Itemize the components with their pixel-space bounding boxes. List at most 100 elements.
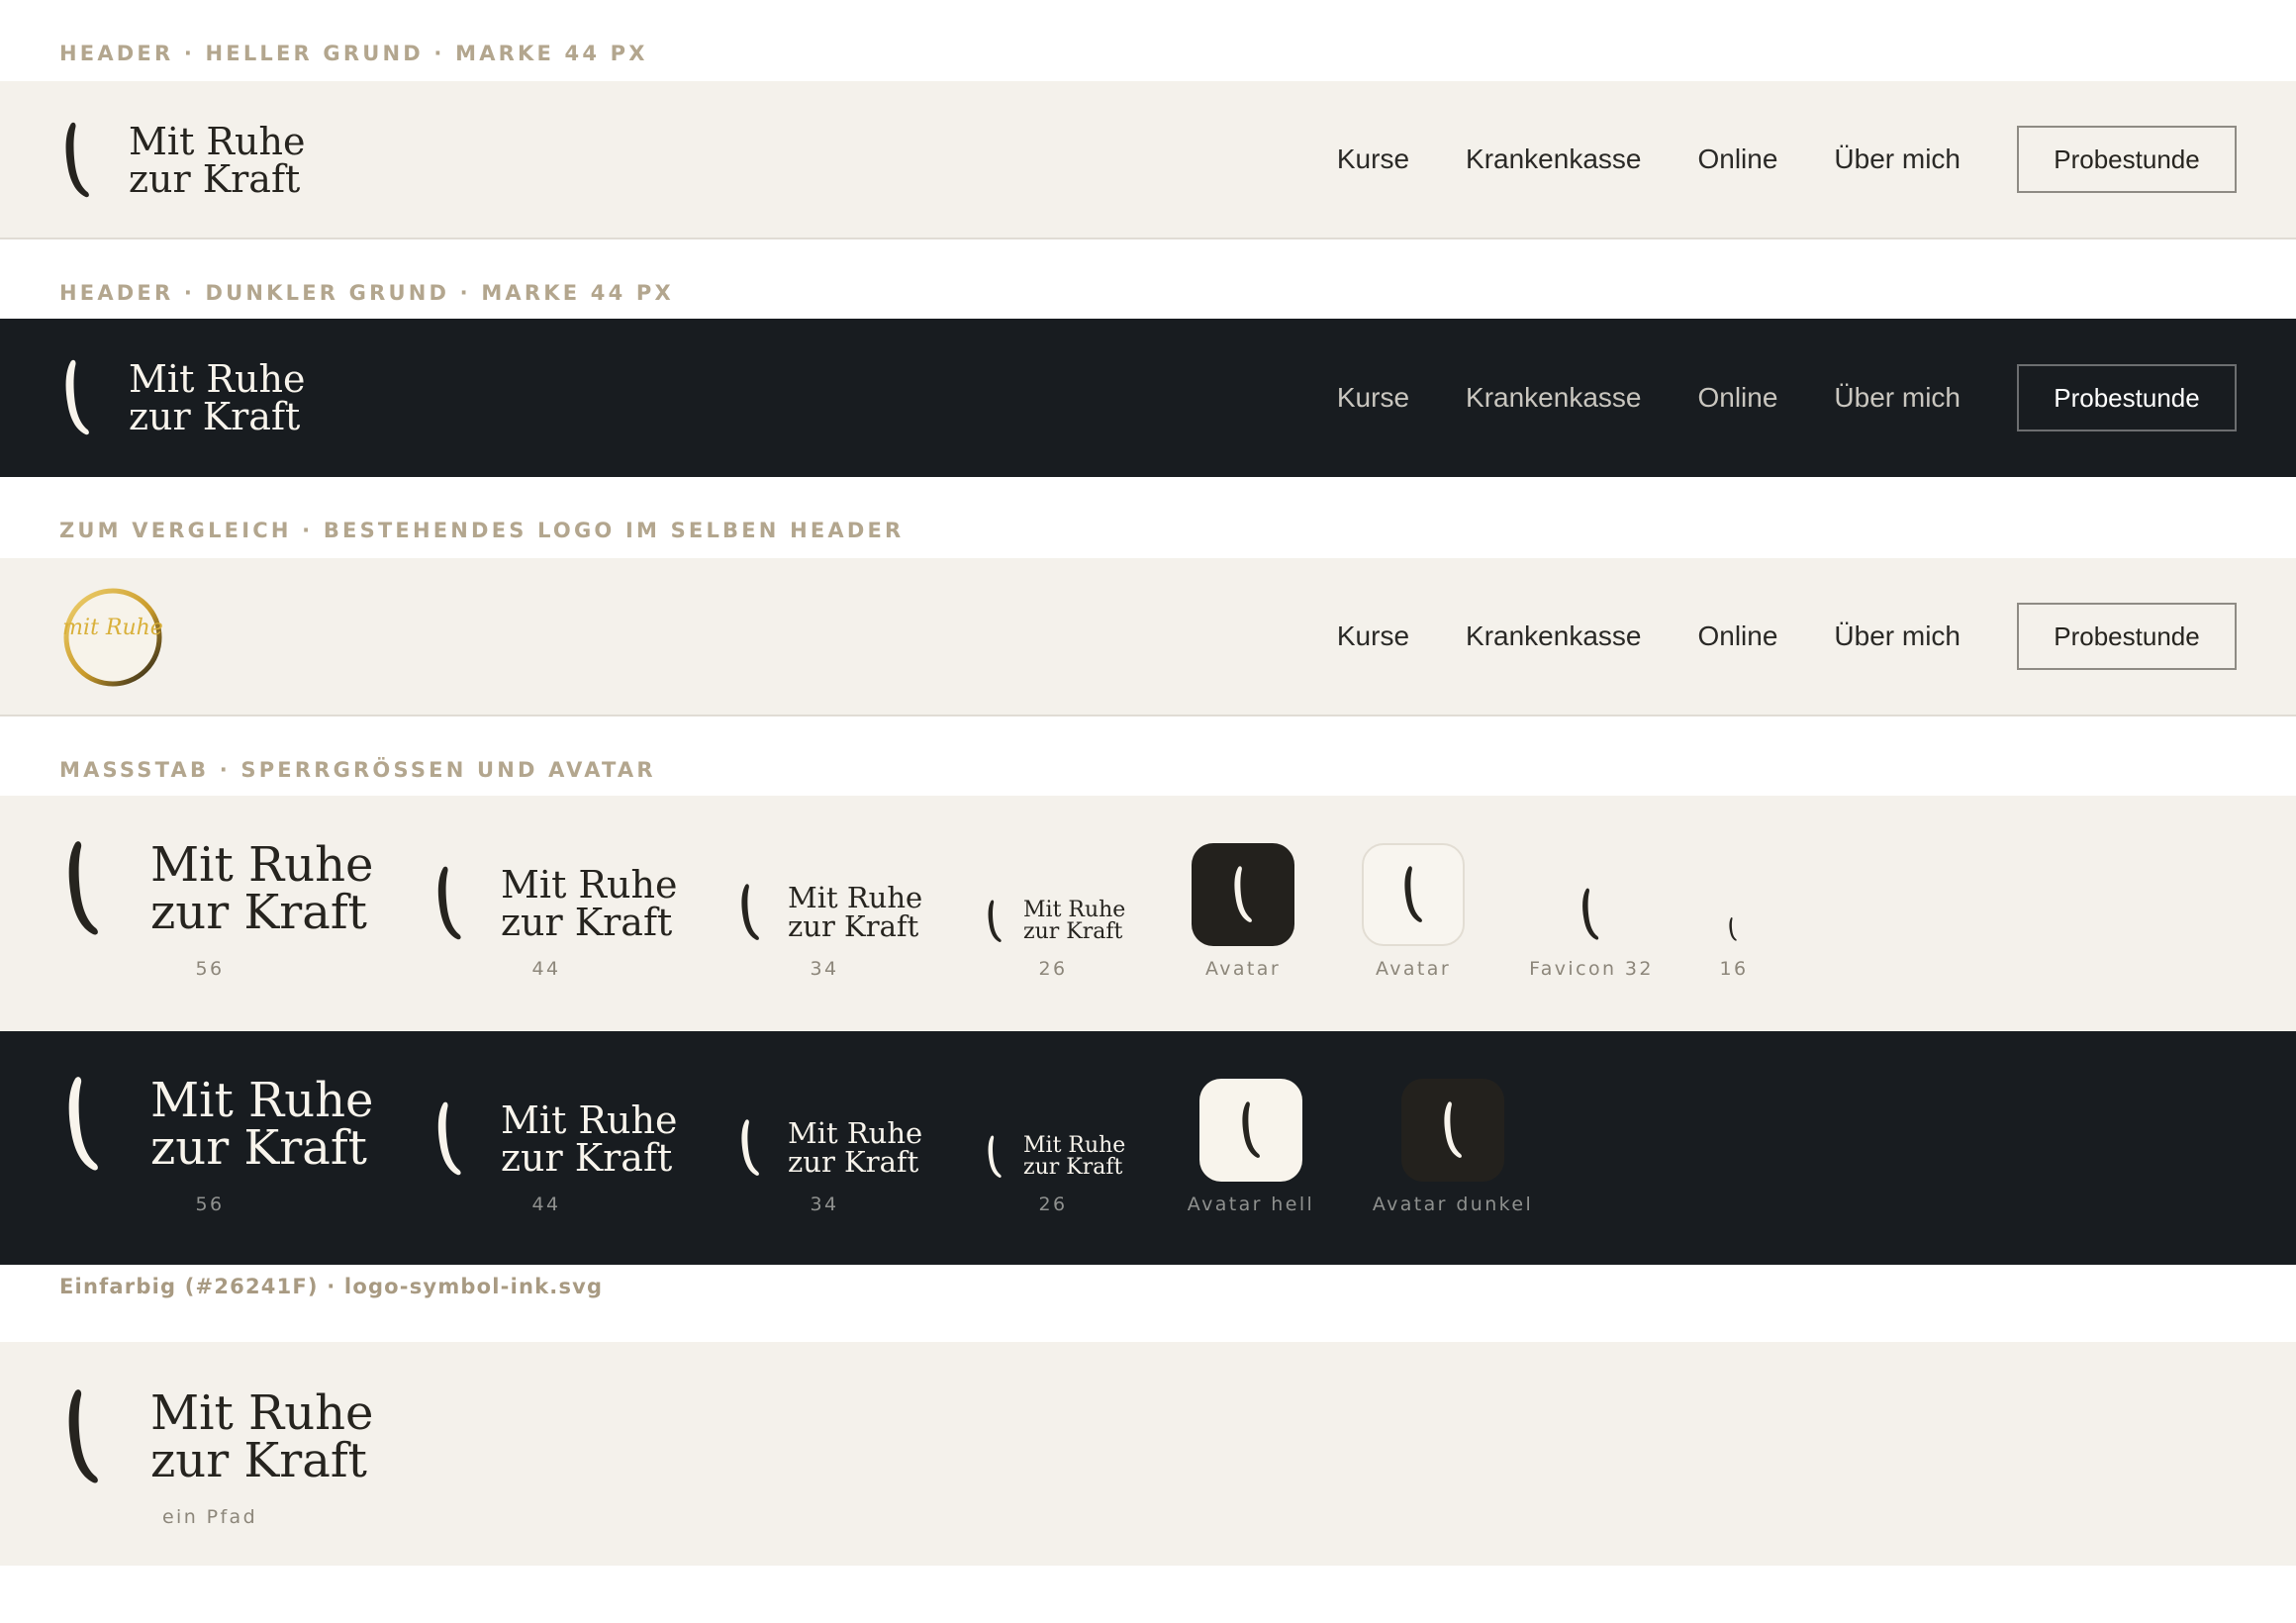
logo-line-2: zur Kraft bbox=[1023, 1155, 1123, 1180]
probestunde-button[interactable]: Probestunde bbox=[2017, 603, 2237, 670]
avatar-light-tile bbox=[1362, 843, 1465, 946]
nav-item-krankenkasse[interactable]: Krankenkasse bbox=[1466, 621, 1641, 652]
nav-item-kurse[interactable]: Kurse bbox=[1337, 382, 1409, 414]
logo-text: Mit Ruhe zur Kraft bbox=[150, 1077, 373, 1172]
wordmark-34: Mit Ruhe zur Kraft bbox=[738, 883, 922, 942]
nav-item-krankenkasse[interactable]: Krankenkasse bbox=[1466, 143, 1641, 175]
logo-line-2: zur Kraft bbox=[150, 1433, 367, 1488]
caption-26: 26 bbox=[1038, 1193, 1068, 1215]
nav-item-online[interactable]: Online bbox=[1697, 621, 1777, 652]
brush-stroke-icon bbox=[1401, 865, 1425, 924]
mono-band: Mit Ruhe zur Kraft ein Pfad bbox=[0, 1342, 2296, 1566]
logo-line-1: Mit Ruhe bbox=[788, 881, 923, 914]
section-label-header-light: HEADER · HELLER GRUND · MARKE 44 PX bbox=[59, 42, 648, 65]
logo-wordmark[interactable]: Mit Ruhe zur Kraft bbox=[61, 358, 305, 437]
nav-item-kurse[interactable]: Kurse bbox=[1337, 143, 1409, 175]
avatar-dark-tile bbox=[1192, 843, 1294, 946]
main-nav: Kurse Krankenkasse Online Über mich Prob… bbox=[1281, 558, 2237, 715]
wordmark-56: Mit Ruhe zur Kraft bbox=[63, 839, 373, 938]
section-label-header-dark: HEADER · DUNKLER GRUND · MARKE 44 PX bbox=[59, 281, 674, 305]
caption-56: 56 bbox=[195, 958, 225, 980]
logo-text: Mit Ruhe zur Kraft bbox=[501, 1101, 677, 1177]
logo-text: Mit Ruhe zur Kraft bbox=[129, 123, 305, 198]
logo-text: Mit Ruhe zur Kraft bbox=[1023, 900, 1125, 943]
probestunde-button[interactable]: Probestunde bbox=[2017, 126, 2237, 193]
logo-text: Mit Ruhe zur Kraft bbox=[501, 866, 677, 941]
header-light: Mit Ruhe zur Kraft Kurse Krankenkasse On… bbox=[0, 81, 2296, 239]
scale-dark: Mit Ruhe zur Kraft 56 Mit Ruhe zur Kraft… bbox=[0, 1031, 2296, 1265]
brush-stroke-icon bbox=[63, 839, 103, 938]
probestunde-button[interactable]: Probestunde bbox=[2017, 364, 2237, 431]
caption-16: 16 bbox=[1719, 958, 1749, 980]
logo-line-2: zur Kraft bbox=[501, 1136, 673, 1180]
nav-item-ueber-mich[interactable]: Über mich bbox=[1834, 143, 1961, 175]
caption-44: 44 bbox=[531, 1193, 561, 1215]
wordmark-34: Mit Ruhe zur Kraft bbox=[738, 1118, 922, 1178]
wordmark-44: Mit Ruhe zur Kraft bbox=[433, 1100, 677, 1178]
logo-line-1: Mit Ruhe bbox=[501, 863, 678, 907]
header-dark: Mit Ruhe zur Kraft Kurse Krankenkasse On… bbox=[0, 319, 2296, 477]
section-label-scale: MASSSTAB · SPERRGRÖSSEN UND AVATAR bbox=[59, 758, 656, 782]
brush-stroke-icon bbox=[1579, 887, 1601, 942]
brush-stroke-icon bbox=[61, 358, 93, 437]
wordmark-mono: Mit Ruhe zur Kraft bbox=[63, 1387, 373, 1486]
nav-item-ueber-mich[interactable]: Über mich bbox=[1834, 382, 1961, 414]
nav-item-krankenkasse[interactable]: Krankenkasse bbox=[1466, 382, 1641, 414]
brush-stroke-icon bbox=[1728, 916, 1738, 942]
scale-light: Mit Ruhe zur Kraft 56 Mit Ruhe zur Kraft… bbox=[0, 796, 2296, 1031]
avatar-dunkel-tile bbox=[1401, 1079, 1504, 1182]
logo-text: Mit Ruhe zur Kraft bbox=[788, 884, 922, 941]
wordmark-26: Mit Ruhe zur Kraft bbox=[986, 899, 1125, 944]
brush-stroke-icon bbox=[986, 1134, 1004, 1180]
logo-wordmark[interactable]: Mit Ruhe zur Kraft bbox=[61, 121, 305, 200]
brush-stroke-icon bbox=[1441, 1100, 1465, 1160]
logo-text: Mit Ruhe zur Kraft bbox=[150, 841, 373, 936]
logo-line-2: zur Kraft bbox=[501, 901, 673, 944]
logo-line-1: Mit Ruhe bbox=[501, 1098, 678, 1142]
caption-avatar-hell: Avatar hell bbox=[1187, 1193, 1315, 1215]
logo-line-2: zur Kraft bbox=[150, 1120, 367, 1176]
nav-item-online[interactable]: Online bbox=[1697, 143, 1777, 175]
favicon-16 bbox=[1728, 916, 1738, 947]
logo-line-1: Mit Ruhe bbox=[150, 837, 374, 893]
brush-stroke-icon bbox=[1231, 865, 1255, 924]
main-nav: Kurse Krankenkasse Online Über mich Prob… bbox=[1281, 81, 2237, 238]
logo-line-2: zur Kraft bbox=[1023, 919, 1123, 944]
nav-item-kurse[interactable]: Kurse bbox=[1337, 621, 1409, 652]
brush-stroke-icon bbox=[1239, 1100, 1263, 1160]
caption-44: 44 bbox=[531, 958, 561, 980]
caption-26: 26 bbox=[1038, 958, 1068, 980]
logo-line-2: zur Kraft bbox=[129, 395, 301, 438]
logo-line-1: Mit Ruhe bbox=[1023, 1133, 1126, 1158]
caption-56: 56 bbox=[195, 1193, 225, 1215]
caption-34: 34 bbox=[810, 1193, 839, 1215]
old-logo[interactable]: mit Ruhe bbox=[59, 586, 166, 689]
logo-text: Mit Ruhe zur Kraft bbox=[1023, 1135, 1125, 1179]
logo-line-2: zur Kraft bbox=[788, 1145, 919, 1179]
logo-line-1: Mit Ruhe bbox=[150, 1385, 374, 1441]
header-compare: mit Ruhe Kurse Krankenkasse Online Über … bbox=[0, 558, 2296, 716]
nav-item-online[interactable]: Online bbox=[1697, 382, 1777, 414]
logo-line-2: zur Kraft bbox=[150, 885, 367, 940]
main-nav: Kurse Krankenkasse Online Über mich Prob… bbox=[1281, 319, 2237, 477]
avatar-hell-tile bbox=[1199, 1079, 1302, 1182]
brush-stroke-icon bbox=[738, 1118, 762, 1178]
nav-item-ueber-mich[interactable]: Über mich bbox=[1834, 621, 1961, 652]
logo-text: Mit Ruhe zur Kraft bbox=[150, 1389, 373, 1484]
caption-ein-pfad: ein Pfad bbox=[161, 1506, 258, 1528]
logo-line-1: Mit Ruhe bbox=[788, 1116, 923, 1150]
brush-stroke-icon bbox=[63, 1075, 103, 1174]
wordmark-44: Mit Ruhe zur Kraft bbox=[433, 865, 677, 942]
wordmark-26: Mit Ruhe zur Kraft bbox=[986, 1134, 1125, 1180]
caption-avatar-2: Avatar bbox=[1375, 958, 1452, 980]
section-label-mono: Einfarbig (#26241F) · logo-symbol-ink.sv… bbox=[59, 1275, 604, 1298]
logo-text: Mit Ruhe zur Kraft bbox=[129, 360, 305, 435]
logo-text: Mit Ruhe zur Kraft bbox=[788, 1119, 922, 1177]
brush-stroke-icon bbox=[738, 883, 762, 942]
logo-line-1: Mit Ruhe bbox=[1023, 898, 1126, 922]
logo-line-1: Mit Ruhe bbox=[129, 120, 306, 163]
old-logo-script: mit Ruhe bbox=[62, 616, 163, 640]
caption-avatar: Avatar bbox=[1204, 958, 1282, 980]
logo-line-1: Mit Ruhe bbox=[129, 357, 306, 401]
brush-stroke-icon bbox=[63, 1387, 103, 1486]
